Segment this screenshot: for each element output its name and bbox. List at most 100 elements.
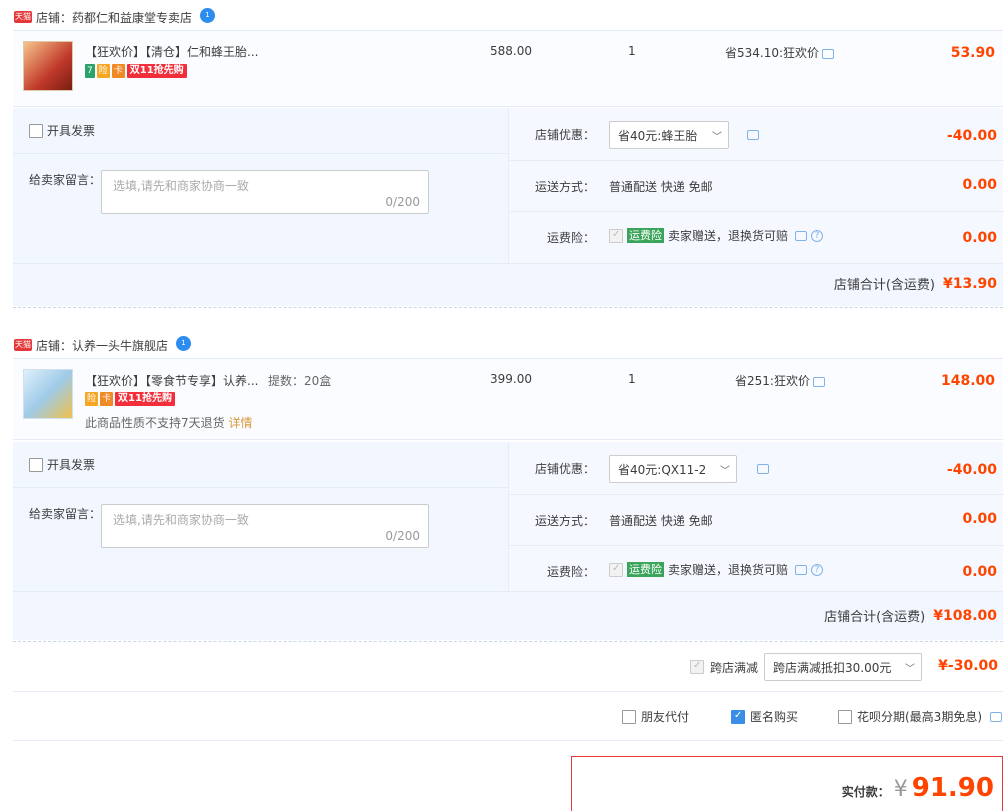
right-options: 店铺优惠： 省40元:蜂王胎 ﹀ -40.00 运送方式： 普通配送 快递 免邮 … [508,108,1004,263]
shop-coupon-select[interactable]: 省40元:QX11-2 ﹀ [609,455,737,483]
coupon-amount: -40.00 [946,128,997,144]
wangwang-chat-icon[interactable]: 1 [176,335,192,351]
chevron-down-icon: ﹀ [905,663,916,675]
huabei-checkbox[interactable] [838,709,852,724]
product-sku: 提数：20盒 [268,374,332,388]
message-icon[interactable] [795,230,808,241]
product-row: 【狂欢价】【零食节专享】认养... 提数：20盒 险卡双11抢先购 此商品性质不… [13,358,1003,440]
shop-coupon-select[interactable]: 省40元:蜂王胎 ﹀ [609,121,729,149]
shop-total: 店铺合计(含运费) ¥108.00 [824,606,997,626]
insurance-checkbox [609,562,623,577]
product-discount: 省534.10:狂欢价 [725,44,835,61]
seller-message-input[interactable]: 选填,请先和商家协商一致 0/200 [101,504,429,548]
divider [509,160,1004,161]
shop-name[interactable]: 店铺：认养一头牛旗舰店 [36,337,168,354]
product-thumbnail[interactable] [23,41,73,91]
order-options-panel: 开具发票 给卖家留言： 选填,请先和商家协商一致 0/200 店铺优惠： 省40… [13,108,1004,306]
message-icon[interactable] [795,564,808,575]
help-icon[interactable]: ? [811,563,824,576]
double11-presale-badge: 双11抢先购 [115,391,175,406]
message-label: 给卖家留言： [29,507,102,521]
anonymous-option[interactable]: 匿名购买 [731,708,798,725]
order-options-panel: 开具发票 给卖家留言： 选填,请先和商家协商一致 0/200 店铺优惠： 省40… [13,442,1004,640]
invoice-option[interactable]: 开具发票 [29,122,95,139]
message-placeholder: 选填,请先和商家协商一致 [113,179,249,193]
shipping-value: 普通配送 快递 免邮 [609,514,713,528]
divider [13,153,508,154]
message-placeholder: 选填,请先和商家协商一致 [113,513,249,527]
friend-pay-option[interactable]: 朋友代付 [622,708,689,725]
shop-total-value: ¥13.90 [942,275,997,292]
message-icon[interactable] [990,711,1002,722]
shop-total-label: 店铺合计(含运费) [833,278,935,293]
divider [509,545,1004,546]
message-counter: 0/200 [385,529,420,543]
discount-text: 省534.10:狂欢价 [725,46,820,60]
anonymous-checkbox[interactable] [731,709,745,724]
cross-store-checkbox [690,660,704,674]
shop-total: 店铺合计(含运费) ¥13.90 [833,274,997,294]
product-quantity: 1 [628,44,636,58]
shipping-value: 普通配送 快递 免邮 [609,180,713,194]
invoice-option[interactable]: 开具发票 [29,456,95,473]
shipping-label: 运送方式： [535,180,596,194]
invoice-checkbox[interactable] [29,457,43,472]
message-icon[interactable] [822,48,835,59]
divider [509,494,1004,495]
divider [13,263,1003,264]
shipping-amount: 0.00 [962,511,997,527]
invoice-label: 开具发票 [47,124,96,138]
wangwang-chat-icon[interactable]: 1 [200,7,216,23]
product-title[interactable]: 【狂欢价】【零食节专享】认养... [85,372,258,389]
insurance-text: 卖家赠送，退换货可赔 [668,563,789,577]
cross-store-select[interactable]: 跨店满减抵扣30.00元 ﹀ [764,653,923,681]
help-icon[interactable]: ? [811,229,824,242]
divider [509,211,1004,212]
product-subtotal: 148.00 [940,373,995,389]
product-thumbnail[interactable] [23,369,73,419]
cross-store-value: 跨店满减抵扣30.00元 [773,660,892,675]
right-options: 店铺优惠： 省40元:QX11-2 ﹀ -40.00 运送方式： 普通配送 快递 … [508,442,1004,591]
product-row: 【狂欢价】【清仓】仁和蜂王胎... 7 险卡双11抢先购 588.00 1 省53… [13,30,1003,107]
friend-pay-label: 朋友代付 [641,710,690,724]
return-note-text: 此商品性质不支持7天退货 [85,416,225,430]
shop-header: 天猫 店铺：药都仁和益康堂专卖店 1 [14,6,216,28]
cross-store-discount: 跨店满减 跨店满减抵扣30.00元 ﹀ [690,653,923,681]
insurance-icon: 险 [85,391,99,406]
tmall-icon: 天猫 [14,11,32,23]
shipping-label: 运送方式： [535,514,596,528]
divider [13,487,508,488]
friend-pay-checkbox[interactable] [622,709,636,724]
payment-amount: 91.90 [911,773,994,803]
huabei-option[interactable]: 花呗分期(最高3期免息) [838,708,1002,725]
message-icon[interactable] [757,464,769,474]
message-label: 给卖家留言： [29,173,102,187]
divider [13,591,1003,592]
seller-message-input[interactable]: 选填,请先和商家协商一致 0/200 [101,170,429,214]
coupon-label: 店铺优惠： [535,462,596,476]
coupon-value: 省40元:蜂王胎 [618,128,698,143]
chevron-down-icon: ﹀ [712,131,722,143]
message-icon[interactable] [747,130,759,140]
chevron-down-icon: ﹀ [720,465,730,477]
insurance-label: 运费险： [547,565,596,579]
product-subtotal: 53.90 [950,45,995,61]
message-counter: 0/200 [385,195,420,209]
cross-store-amount: ¥-30.00 [938,658,998,674]
shop-total-label: 店铺合计(含运费) [824,610,926,625]
double11-presale-badge: 双11抢先购 [126,63,187,78]
payment-label: 实付款： [841,785,890,799]
message-icon[interactable] [812,376,825,387]
insurance-option: 运费险 卖家赠送，退换货可赔 ? [609,561,824,578]
return-details-link[interactable]: 详情 [228,416,252,430]
card-icon: 卡 [111,63,125,78]
shop-separator [13,641,1003,642]
invoice-checkbox[interactable] [29,123,43,138]
currency-symbol: ¥ [893,777,908,802]
huabei-label: 花呗分期(最高3期免息) [857,710,982,724]
product-title[interactable]: 【狂欢价】【清仓】仁和蜂王胎... [85,43,258,60]
shop-total-value: ¥108.00 [933,607,997,624]
product-discount: 省251:狂欢价 [735,372,825,389]
discount-text: 省251:狂欢价 [735,374,810,388]
shop-name[interactable]: 店铺：药都仁和益康堂专卖店 [36,9,192,26]
